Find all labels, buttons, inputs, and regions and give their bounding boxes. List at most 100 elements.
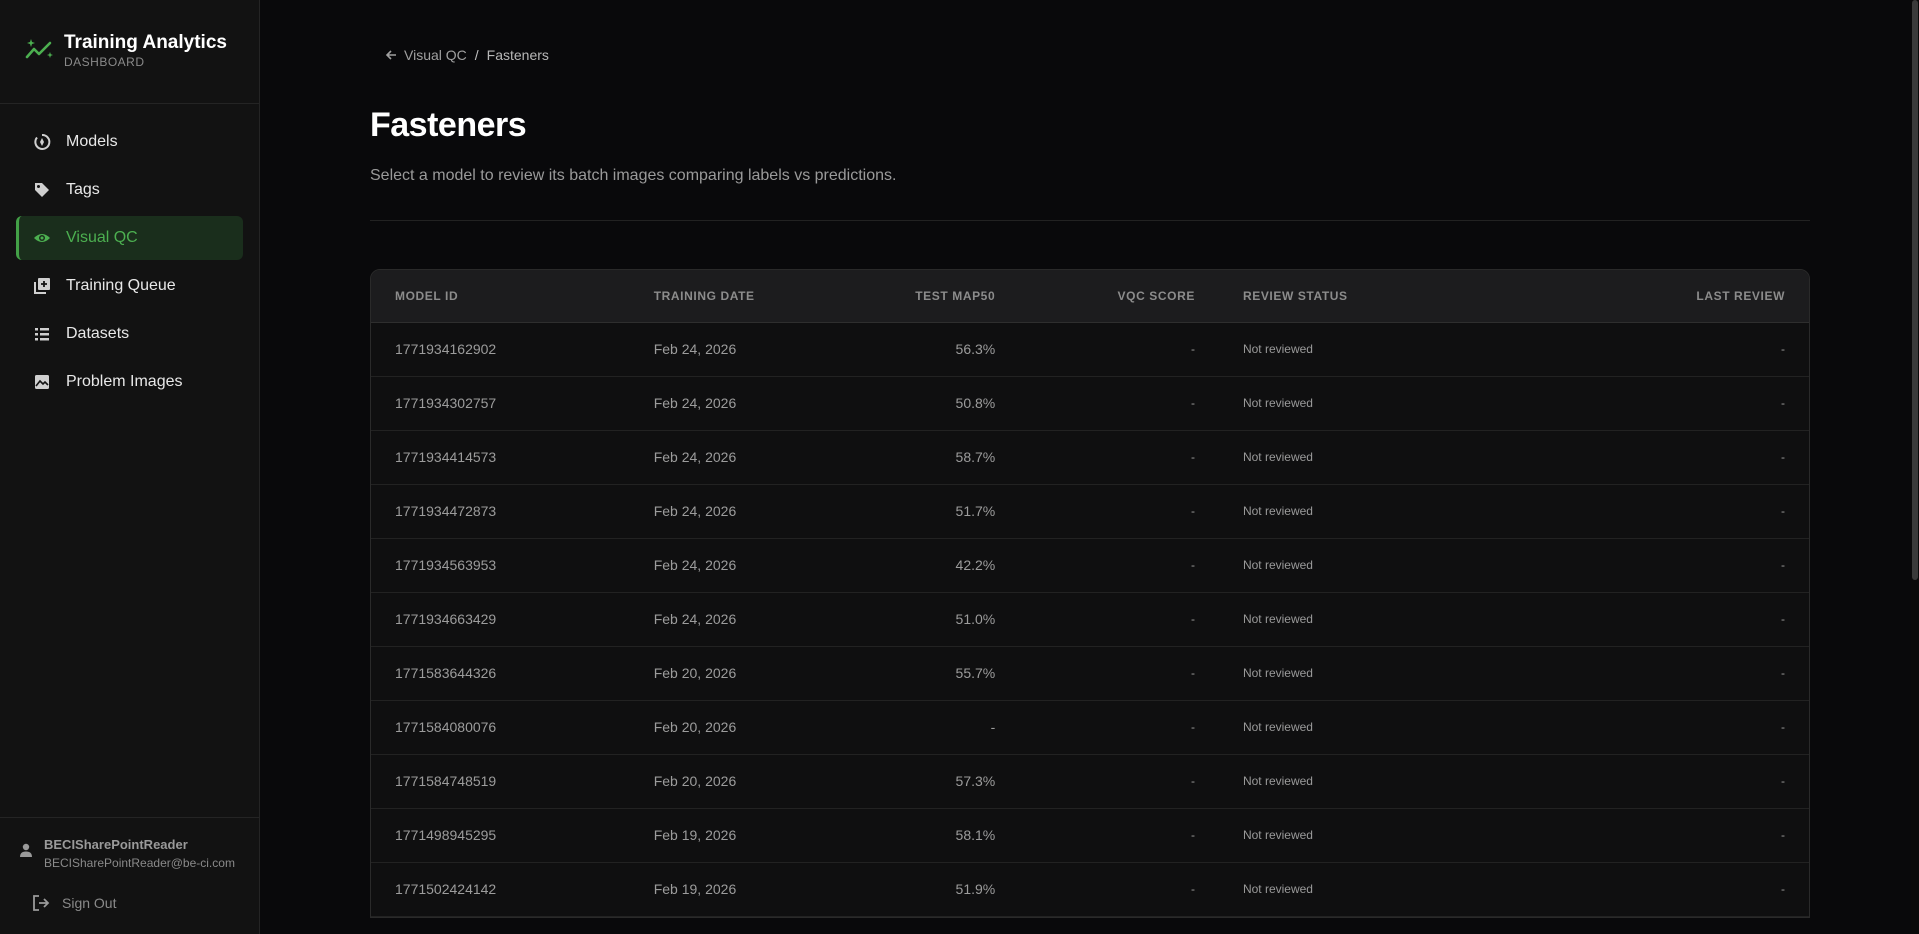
test-map50-cell: 51.0%	[955, 611, 996, 627]
vqc-score-cell: -	[1190, 396, 1195, 410]
models-table: MODEL ID TRAINING DATE TEST MAP50 VQC SC…	[370, 269, 1810, 918]
training-date-cell: Feb 24, 2026	[653, 395, 737, 411]
sidebar-item-tags[interactable]: Tags	[16, 168, 243, 212]
vqc-score-cell: -	[1190, 450, 1195, 464]
column-header-last-review[interactable]: LAST REVIEW	[1548, 270, 1809, 323]
brand[interactable]: Training Analytics DASHBOARD	[0, 0, 259, 104]
last-review-cell: -	[1781, 882, 1785, 896]
table-row[interactable]: 1771934414573 Feb 24, 2026 58.7% - Not revie…	[371, 430, 1809, 484]
test-map50-cell: 57.3%	[955, 773, 996, 789]
vqc-score-cell: -	[1190, 666, 1195, 680]
user-name: BECISharePointReader	[44, 837, 188, 852]
last-review-cell: -	[1781, 396, 1785, 410]
analytics-trend-icon	[25, 39, 53, 59]
sidebar-item-problem-images[interactable]: Problem Images	[16, 360, 243, 404]
main-content: Visual QC / Fasteners Fasteners Select a…	[260, 0, 1919, 934]
review-status-cell: Not reviewed	[1242, 504, 1313, 518]
table-row[interactable]: 1771584748519 Feb 20, 2026 57.3% - Not revie…	[371, 754, 1809, 808]
column-header-vqc-score[interactable]: VQC SCORE	[1019, 270, 1219, 323]
model-id-cell: 1771934414573	[395, 449, 497, 465]
table-row[interactable]: 1771934302757 Feb 24, 2026 50.8% - Not revie…	[371, 376, 1809, 430]
training-date-cell: Feb 19, 2026	[653, 827, 737, 843]
table-row[interactable]: 1771502424142 Feb 19, 2026 51.9% - Not revie…	[371, 862, 1809, 916]
last-review-cell: -	[1781, 504, 1785, 518]
brand-title: Training Analytics	[64, 32, 227, 53]
breadcrumb: Visual QC / Fasteners	[384, 47, 549, 63]
review-status-cell: Not reviewed	[1242, 828, 1313, 842]
logout-icon	[32, 894, 50, 912]
review-status-cell: Not reviewed	[1242, 882, 1313, 896]
image-icon	[32, 372, 52, 392]
last-review-cell: -	[1781, 450, 1785, 464]
column-header-model-id[interactable]: MODEL ID	[371, 270, 630, 323]
last-review-cell: -	[1781, 558, 1785, 572]
column-header-test-map50[interactable]: TEST MAP50	[829, 270, 1020, 323]
table-row[interactable]: 1771584080076 Feb 20, 2026 - - Not reviewed -	[371, 700, 1809, 754]
review-status-cell: Not reviewed	[1242, 612, 1313, 626]
user-email: BECISharePointReader@be-ci.com	[44, 856, 235, 870]
review-status-cell: Not reviewed	[1242, 666, 1313, 680]
table-row[interactable]: 1771583644326 Feb 20, 2026 55.7% - Not revie…	[371, 646, 1809, 700]
breadcrumb-parent-link[interactable]: Visual QC	[404, 47, 467, 63]
table-row[interactable]: 1771498945295 Feb 19, 2026 58.1% - Not revie…	[371, 808, 1809, 862]
review-status-cell: Not reviewed	[1242, 774, 1313, 788]
models-icon	[32, 132, 52, 152]
vertical-scrollbar[interactable]	[1911, 0, 1919, 934]
test-map50-cell: 51.9%	[955, 881, 996, 897]
test-map50-cell: -	[990, 719, 996, 735]
table-header-row: MODEL ID TRAINING DATE TEST MAP50 VQC SC…	[371, 270, 1809, 323]
last-review-cell: -	[1781, 342, 1785, 356]
last-review-cell: -	[1781, 612, 1785, 626]
column-header-training-date[interactable]: TRAINING DATE	[629, 270, 830, 323]
sidebar-item-label: Visual QC	[66, 229, 138, 246]
user-info: BECISharePointReader BECISharePointReade…	[18, 836, 259, 872]
back-arrow-icon[interactable]	[384, 48, 398, 62]
queue-add-icon	[32, 276, 52, 296]
model-id-cell: 1771934162902	[395, 341, 497, 357]
breadcrumb-current: Fasteners	[486, 47, 549, 63]
test-map50-cell: 58.7%	[955, 449, 996, 465]
model-id-cell: 1771934472873	[395, 503, 497, 519]
review-status-cell: Not reviewed	[1242, 450, 1313, 464]
last-review-cell: -	[1781, 666, 1785, 680]
model-id-cell: 1771583644326	[395, 665, 497, 681]
sidebar: Training Analytics DASHBOARD Models Tags	[0, 0, 260, 934]
sidebar-item-label: Training Queue	[66, 277, 176, 294]
sidebar-item-datasets[interactable]: Datasets	[16, 312, 243, 356]
training-date-cell: Feb 19, 2026	[653, 881, 737, 897]
sidebar-item-visual-qc[interactable]: Visual QC	[16, 216, 243, 260]
table-row[interactable]: 1771934162902 Feb 24, 2026 56.3% - Not revie…	[371, 322, 1809, 376]
sidebar-item-models[interactable]: Models	[16, 120, 243, 164]
model-id-cell: 1771498945295	[395, 827, 497, 843]
model-id-cell: 1771934302757	[395, 395, 497, 411]
training-date-cell: Feb 24, 2026	[653, 503, 737, 519]
column-header-review-status[interactable]: REVIEW STATUS	[1218, 270, 1549, 323]
person-icon	[18, 842, 34, 858]
sign-out-button[interactable]: Sign Out	[18, 894, 259, 912]
last-review-cell: -	[1781, 774, 1785, 788]
scrollbar-thumb[interactable]	[1912, 0, 1918, 580]
table-row[interactable]: 1771934563953 Feb 24, 2026 42.2% - Not revie…	[371, 538, 1809, 592]
training-date-cell: Feb 20, 2026	[653, 773, 737, 789]
vqc-score-cell: -	[1190, 882, 1195, 896]
review-status-cell: Not reviewed	[1242, 342, 1313, 356]
sidebar-item-training-queue[interactable]: Training Queue	[16, 264, 243, 308]
model-id-cell: 1771584748519	[395, 773, 497, 789]
test-map50-cell: 58.1%	[955, 827, 996, 843]
page-title: Fasteners	[370, 106, 527, 144]
review-status-cell: Not reviewed	[1242, 396, 1313, 410]
training-date-cell: Feb 24, 2026	[653, 341, 737, 357]
training-date-cell: Feb 24, 2026	[653, 449, 737, 465]
table-row[interactable]: 1771934472873 Feb 24, 2026 51.7% - Not revie…	[371, 484, 1809, 538]
table-row[interactable]: 1771934663429 Feb 24, 2026 51.0% - Not revie…	[371, 592, 1809, 646]
training-date-cell: Feb 20, 2026	[653, 665, 737, 681]
sidebar-footer: BECISharePointReader BECISharePointReade…	[0, 817, 259, 934]
review-status-cell: Not reviewed	[1242, 558, 1313, 572]
list-icon	[32, 324, 52, 344]
sign-out-label: Sign Out	[62, 895, 117, 911]
breadcrumb-separator: /	[474, 47, 479, 63]
page-subtitle: Select a model to review its batch image…	[370, 167, 897, 184]
test-map50-cell: 42.2%	[955, 557, 996, 573]
sidebar-item-label: Tags	[66, 181, 100, 198]
test-map50-cell: 50.8%	[955, 395, 996, 411]
